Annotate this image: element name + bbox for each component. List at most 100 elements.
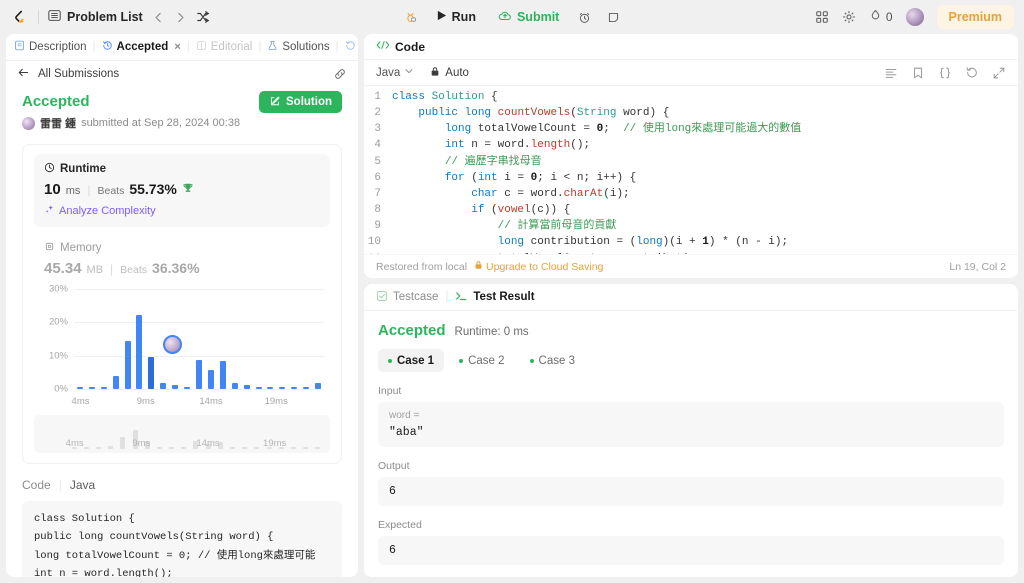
code-line-text: // 計算當前母音的貢獻: [497, 220, 617, 233]
premium-button[interactable]: Premium: [936, 5, 1014, 29]
chart-bar-cell[interactable]: [193, 289, 205, 389]
braces-icon[interactable]: [938, 66, 952, 80]
gear-icon[interactable]: [842, 10, 856, 24]
chart-bar-cell[interactable]: [276, 289, 288, 389]
tab-solutions[interactable]: Solutions: [267, 40, 330, 54]
chart-bar-cell[interactable]: [134, 289, 146, 389]
tab-submissions[interactable]: Sub: [345, 40, 358, 54]
chart-bar-cell[interactable]: [98, 289, 110, 389]
submit-button[interactable]: Submit: [488, 5, 569, 29]
auto-save-indicator[interactable]: Auto: [430, 66, 469, 80]
chart-bar-cell[interactable]: [217, 289, 229, 389]
chart-bar[interactable]: [231, 382, 238, 389]
chart-bar-cell[interactable]: [74, 289, 86, 389]
timer-icon[interactable]: [572, 5, 598, 29]
chart-bar[interactable]: [255, 387, 262, 389]
chart-bar[interactable]: [76, 387, 83, 389]
chart-bar-cell[interactable]: [312, 289, 324, 389]
chart-bar[interactable]: [88, 386, 95, 389]
bookmark-icon[interactable]: [911, 66, 925, 80]
tab-editorial[interactable]: Editorial: [196, 40, 252, 54]
chart-bar[interactable]: [315, 382, 322, 389]
case-tab-2[interactable]: Case 2: [449, 349, 514, 372]
leetcode-logo-icon[interactable]: [10, 8, 29, 27]
solution-button[interactable]: Solution: [259, 91, 342, 113]
all-submissions-back-button[interactable]: All Submissions: [17, 66, 119, 82]
close-icon[interactable]: ×: [174, 41, 180, 53]
undo-icon[interactable]: [965, 66, 979, 80]
submission-detail-scroll[interactable]: Solution Accepted 雷雷 鍾 submitted at Sep …: [6, 87, 358, 577]
chart-bar[interactable]: [196, 360, 203, 389]
case-tab-3[interactable]: Case 3: [520, 349, 585, 372]
chart-bar[interactable]: [279, 387, 286, 389]
upgrade-cloud-saving-link[interactable]: Upgrade to Cloud Saving: [474, 260, 603, 273]
chart-bars[interactable]: [74, 289, 324, 389]
chart-bar[interactable]: [291, 387, 298, 389]
checkbox-icon: [376, 290, 388, 305]
chart-bar-cell[interactable]: [110, 289, 122, 389]
chart-brush-overview[interactable]: 4ms 9ms 14ms 19ms: [34, 415, 330, 453]
code-line[interactable]: 7 char c = word.charAt(i);: [364, 186, 1018, 202]
chart-bar-cell[interactable]: [241, 289, 253, 389]
chevron-right-icon[interactable]: [174, 11, 187, 24]
chart-bar-cell[interactable]: [229, 289, 241, 389]
chart-bar[interactable]: [136, 314, 143, 389]
debug-lock-icon[interactable]: [397, 5, 423, 29]
link-icon[interactable]: [333, 67, 347, 81]
chart-bar-cell[interactable]: [145, 289, 157, 389]
run-button[interactable]: Run: [426, 5, 485, 29]
runtime-beats-label: Beats: [97, 185, 125, 197]
chart-bar-cell[interactable]: [122, 289, 134, 389]
code-line[interactable]: 1 class Solution {: [364, 89, 1018, 105]
code-line[interactable]: 4 int n = word.length();: [364, 137, 1018, 153]
chart-bar-cell[interactable]: [86, 289, 98, 389]
chart-bar-cell[interactable]: [253, 289, 265, 389]
expand-icon[interactable]: [992, 66, 1006, 80]
problem-list-button[interactable]: Problem List: [48, 9, 143, 25]
chart-bar-cell[interactable]: [265, 289, 277, 389]
shuffle-icon[interactable]: [196, 10, 210, 24]
format-icon[interactable]: [884, 66, 898, 80]
chart-bar[interactable]: [160, 382, 167, 389]
case-tab-1[interactable]: Case 1: [378, 349, 445, 372]
chart-bar[interactable]: [207, 370, 214, 389]
code-line[interactable]: 6 for (int i = 0; i < n; i++) {: [364, 170, 1018, 186]
note-icon[interactable]: [601, 5, 627, 29]
streak-counter[interactable]: 0: [869, 9, 893, 25]
chevron-left-icon[interactable]: [152, 11, 165, 24]
analyze-complexity-link[interactable]: Analyze Complexity: [44, 204, 320, 218]
code-line[interactable]: 10 long contribution = (long)(i + 1) * (…: [364, 234, 1018, 250]
chart-bar[interactable]: [219, 360, 226, 389]
chart-bar-cell[interactable]: [300, 289, 312, 389]
chart-bar[interactable]: [303, 387, 310, 389]
tab-test-result-label: Test Result: [473, 291, 535, 303]
your-submission-marker[interactable]: [162, 335, 182, 354]
code-line[interactable]: 3 long totalVowelCount = 0; // 使用long來處理…: [364, 121, 1018, 137]
user-avatar[interactable]: [905, 8, 924, 26]
code-editor-content[interactable]: 1 class Solution {2 public long countVowe…: [364, 86, 1018, 254]
chart-bar[interactable]: [184, 387, 191, 389]
chart-bar[interactable]: [243, 385, 250, 389]
chart-bar[interactable]: [124, 341, 131, 389]
chart-bar-cell[interactable]: [181, 289, 193, 389]
chart-bar-cell[interactable]: [288, 289, 300, 389]
tab-description[interactable]: Description: [14, 40, 87, 54]
x-tick-label: 9ms: [136, 396, 155, 407]
grid-apps-icon[interactable]: [815, 10, 829, 24]
chart-bar[interactable]: [267, 387, 274, 389]
tab-accepted[interactable]: Accepted ×: [102, 40, 181, 54]
chart-bar[interactable]: [100, 387, 107, 389]
code-line[interactable]: 5 // 遍歷字串找母音: [364, 154, 1018, 170]
chart-bar[interactable]: [112, 376, 119, 389]
language-selector[interactable]: Java: [376, 66, 414, 79]
chart-bar-cell[interactable]: [205, 289, 217, 389]
brush-bar-cell: [166, 421, 178, 449]
code-line[interactable]: 9 // 計算當前母音的貢獻: [364, 218, 1018, 234]
chart-bar[interactable]: [172, 385, 179, 389]
code-line[interactable]: 8 if (vowel(c)) {: [364, 202, 1018, 218]
chart-bar[interactable]: [148, 357, 155, 389]
submitted-code-preview[interactable]: class Solution { public long countVowels…: [22, 501, 342, 577]
tab-test-result[interactable]: Test Result: [455, 290, 535, 305]
tab-testcase[interactable]: Testcase: [376, 290, 438, 305]
code-line[interactable]: 2 public long countVowels(String word) {: [364, 105, 1018, 121]
